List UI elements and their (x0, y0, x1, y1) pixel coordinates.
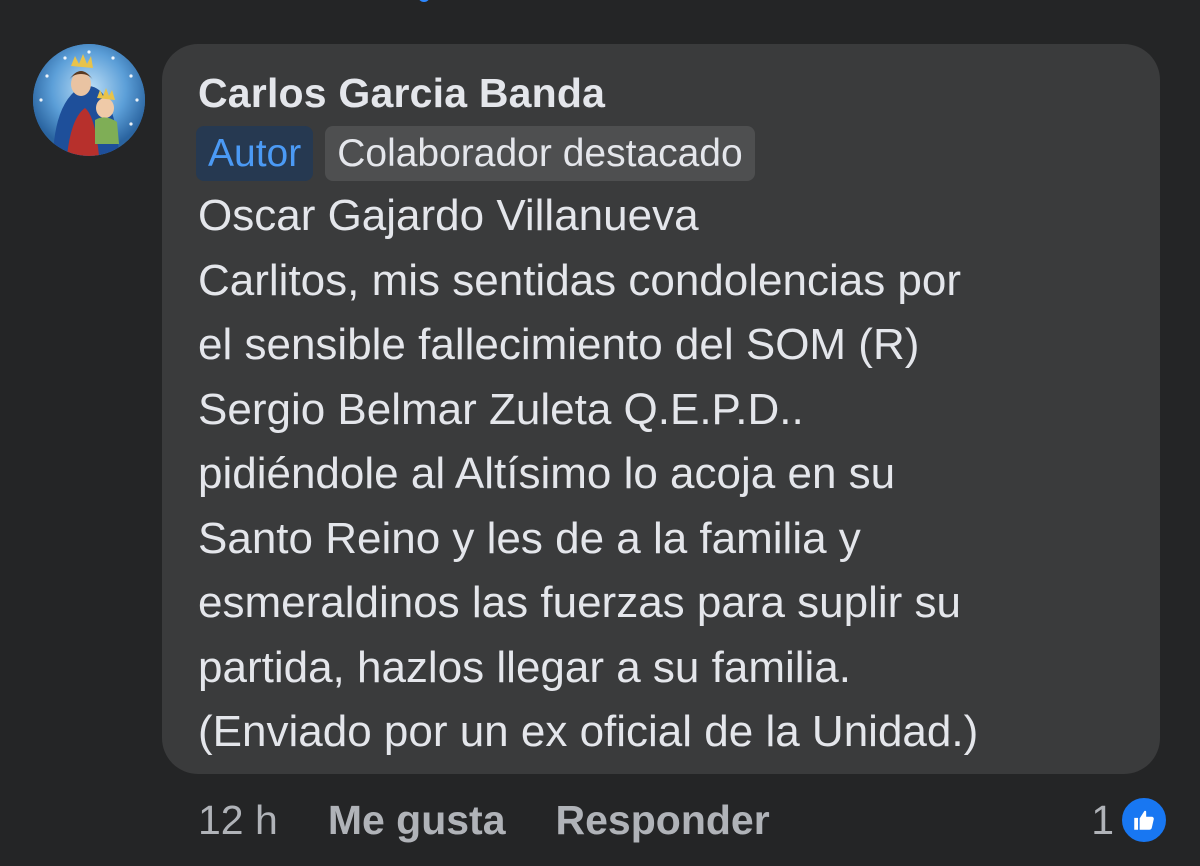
comment-line: Santo Reino y les de a la familia y (198, 513, 861, 563)
comment-author-name[interactable]: Carlos Garcia Banda (198, 70, 605, 117)
comment-line: partida, hazlos llegar a su familia. (198, 642, 851, 692)
comment-line: Oscar Gajardo Villanueva (198, 191, 699, 240)
thumbs-up-icon (1120, 796, 1168, 844)
reaction-count: 1 (1091, 796, 1114, 843)
like-button[interactable]: Me gusta (328, 797, 506, 844)
comment-line: pidiéndole al Altísimo lo acoja en su (198, 449, 896, 498)
thumbs-up-glyph (1134, 810, 1154, 830)
comment-line: el sensible fallecimiento del SOM (R) (198, 320, 920, 369)
comment-line: Carlitos, mis sentidas condolencias por (198, 255, 962, 305)
comment-screen: Carlos Garcia Banda Autor Colaborador de… (0, 0, 1200, 866)
avatar-image (33, 44, 145, 156)
comment-line: Sergio Belmar Zuleta Q.E.P.D.. (198, 384, 804, 434)
comment-timestamp[interactable]: 12 h (198, 797, 278, 844)
reply-button[interactable]: Responder (556, 797, 770, 844)
comment-text: Oscar Gajardo Villanueva Carlitos, mis s… (198, 184, 1158, 765)
avatar[interactable] (33, 44, 145, 156)
author-badge: Autor (196, 126, 314, 181)
top-contributor-badge: Colaborador destacado (325, 126, 755, 181)
comment-line: esmeraldinos las fuerzas para suplir su (198, 578, 962, 627)
notification-dot (418, 0, 430, 2)
reaction-summary[interactable]: 1 (1091, 790, 1168, 850)
comment-actions: 12 h Me gusta Responder (198, 790, 770, 850)
author-badges: Autor Colaborador destacado (196, 126, 755, 181)
comment-line: (Enviado por un ex oficial de la Unidad.… (198, 707, 979, 756)
